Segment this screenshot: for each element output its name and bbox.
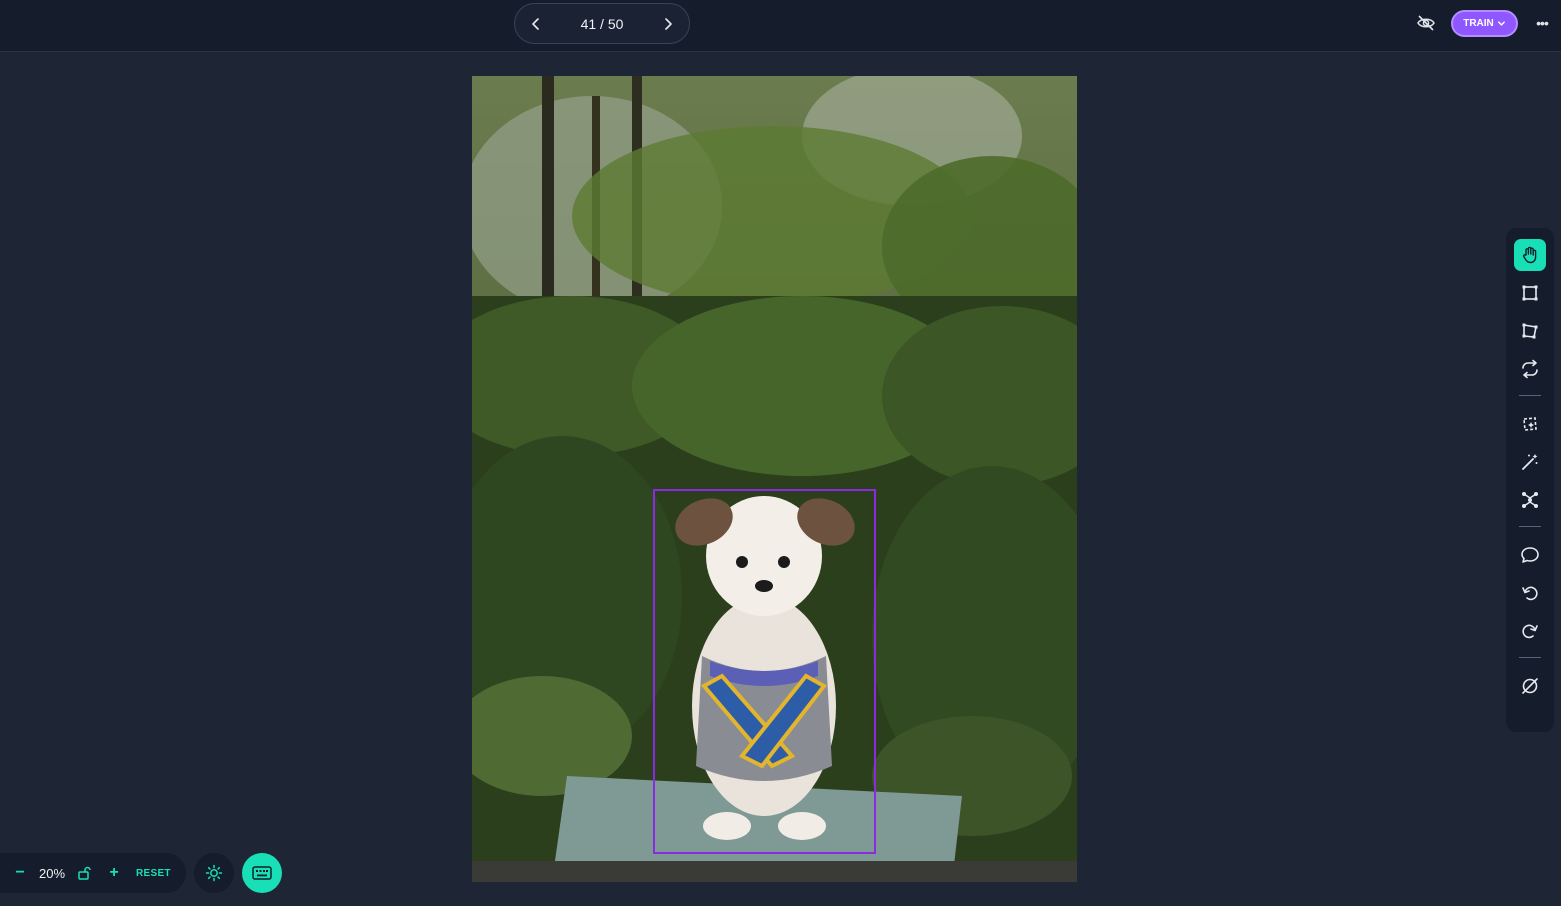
keypoints-icon [1522, 492, 1538, 508]
hand-icon [1523, 246, 1537, 264]
keypoints-tool-button[interactable] [1514, 484, 1546, 516]
sun-icon [205, 864, 223, 882]
previous-image-button[interactable] [525, 13, 547, 35]
image-pager: 41 / 50 [514, 3, 690, 44]
smart-polygon-icon [1523, 417, 1537, 431]
toolbar-divider [1519, 657, 1541, 658]
zoom-level: 20% [38, 865, 66, 881]
toolbar-divider [1519, 526, 1541, 527]
mark-null-button[interactable] [1514, 670, 1546, 702]
annotation-toolbar [1506, 228, 1554, 732]
unlock-icon [78, 866, 91, 880]
repeat-annotation-button[interactable] [1514, 353, 1546, 385]
comment-tool-button[interactable] [1514, 539, 1546, 571]
bounding-box-tool-button[interactable] [1514, 277, 1546, 309]
brightness-button[interactable] [194, 853, 234, 893]
more-options-button[interactable]: ••• [1533, 14, 1551, 32]
reset-zoom-button[interactable]: RESET [136, 868, 171, 879]
train-label: TRAIN [1463, 18, 1494, 29]
drag-tool-button[interactable] [1514, 239, 1546, 271]
null-icon [1522, 678, 1538, 694]
smart-polygon-tool-button[interactable] [1514, 408, 1546, 440]
dog-bounding-box[interactable] [653, 489, 876, 854]
undo-button[interactable] [1514, 577, 1546, 609]
zoom-in-button[interactable]: + [104, 864, 124, 882]
toolbar-divider [1519, 395, 1541, 396]
keyboard-shortcuts-button[interactable] [242, 853, 282, 893]
more-icon: ••• [1536, 15, 1549, 31]
bounding-box-icon [1522, 285, 1538, 301]
top-bar: 41 / 50 TRAIN ••• [0, 0, 1561, 52]
polygon-icon [1522, 323, 1538, 339]
keyboard-icon [252, 866, 272, 880]
next-image-button[interactable] [657, 13, 679, 35]
redo-icon [1522, 624, 1538, 639]
zoom-controls: − 20% + RESET [0, 853, 186, 893]
magic-wand-icon [1522, 454, 1538, 470]
chevron-left-icon [532, 17, 539, 30]
image-counter: 41 / 50 [580, 15, 624, 32]
undo-icon [1522, 586, 1538, 601]
chevron-down-icon [1497, 21, 1505, 26]
polygon-tool-button[interactable] [1514, 315, 1546, 347]
redo-button[interactable] [1514, 615, 1546, 647]
comment-icon [1521, 547, 1539, 563]
hide-annotations-button[interactable] [1416, 13, 1436, 33]
zoom-out-button[interactable]: − [10, 864, 30, 882]
lock-zoom-button[interactable] [74, 866, 94, 880]
repeat-icon [1522, 359, 1538, 379]
chevron-right-icon [665, 17, 672, 30]
train-button[interactable]: TRAIN [1451, 10, 1518, 37]
magic-wand-tool-button[interactable] [1514, 446, 1546, 478]
eye-off-icon [1417, 15, 1435, 31]
